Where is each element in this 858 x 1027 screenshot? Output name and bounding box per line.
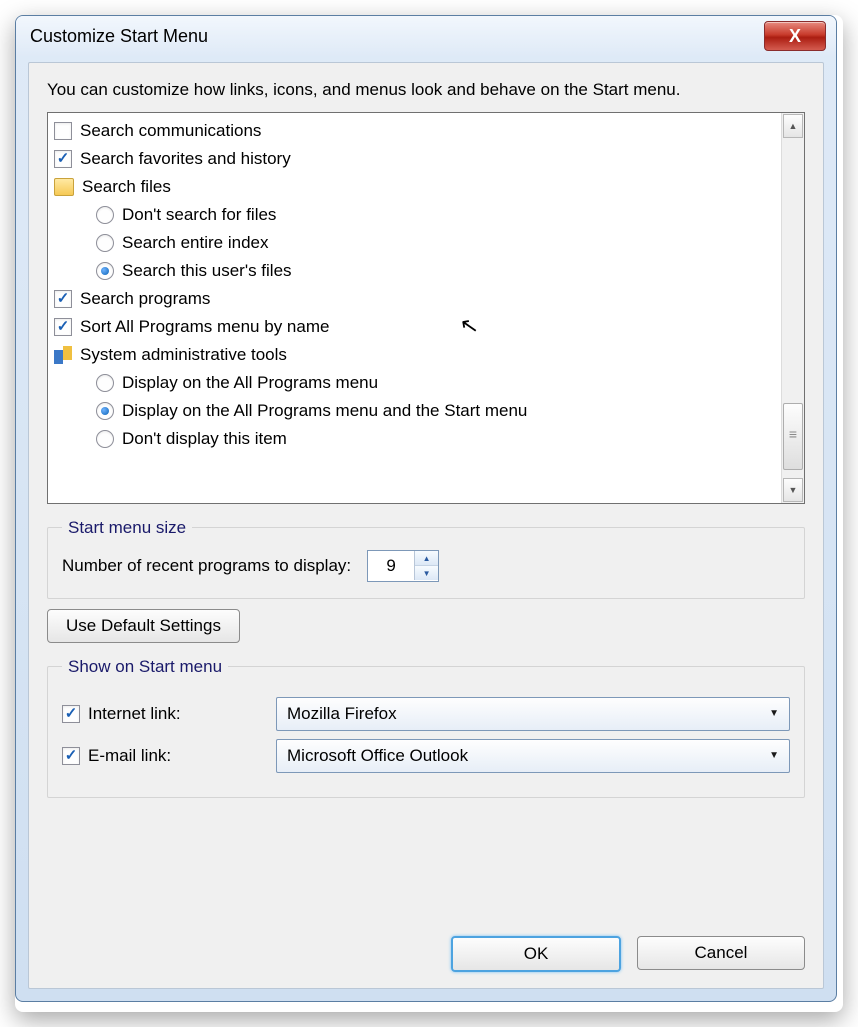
dialog-window: Customize Start Menu X You can customize…: [15, 15, 837, 1002]
label-internet-link: Internet link:: [88, 704, 181, 724]
start-menu-size-group: Start menu size Number of recent program…: [47, 518, 805, 599]
close-button[interactable]: X: [764, 21, 826, 51]
label-admin-all-programs: Display on the All Programs menu: [122, 373, 378, 393]
checkbox-email-link[interactable]: [62, 747, 80, 765]
radio-search-entire-index[interactable]: [96, 234, 114, 252]
radio-admin-none[interactable]: [96, 430, 114, 448]
cancel-button[interactable]: Cancel: [637, 936, 805, 970]
scroll-thumb[interactable]: [783, 403, 803, 470]
use-default-settings-button[interactable]: Use Default Settings: [47, 609, 240, 643]
radio-dont-search-files[interactable]: [96, 206, 114, 224]
titlebar: Customize Start Menu X: [16, 16, 836, 56]
label-admin-tools: System administrative tools: [80, 345, 287, 365]
window-title: Customize Start Menu: [30, 26, 208, 47]
recent-programs-spinner[interactable]: ▲ ▼: [367, 550, 439, 582]
show-on-start-group: Show on Start menu Internet link: Mozill…: [47, 657, 805, 798]
label-admin-none: Don't display this item: [122, 429, 287, 449]
email-link-value: Microsoft Office Outlook: [287, 746, 468, 766]
label-sort-all-programs: Sort All Programs menu by name: [80, 317, 329, 337]
checkbox-internet-link[interactable]: [62, 705, 80, 723]
size-label: Number of recent programs to display:: [62, 556, 351, 576]
label-search-communications: Search communications: [80, 121, 261, 141]
dialog-body: You can customize how links, icons, and …: [28, 62, 824, 989]
label-search-programs: Search programs: [80, 289, 210, 309]
scrollbar[interactable]: ▲ ▼: [781, 113, 804, 503]
folder-icon: [54, 178, 74, 196]
checkbox-sort-all-programs[interactable]: [54, 318, 72, 336]
label-search-entire-index: Search entire index: [122, 233, 268, 253]
options-listbox[interactable]: Search communications Search favorites a…: [47, 112, 805, 504]
spinner-down-icon[interactable]: ▼: [415, 566, 438, 580]
show-legend: Show on Start menu: [62, 657, 228, 677]
label-dont-search-files: Don't search for files: [122, 205, 276, 225]
checkbox-search-programs[interactable]: [54, 290, 72, 308]
chevron-down-icon: ▼: [769, 750, 779, 761]
size-legend: Start menu size: [62, 518, 192, 538]
chevron-down-icon: ▼: [769, 708, 779, 719]
radio-search-users-files[interactable]: [96, 262, 114, 280]
label-search-users-files: Search this user's files: [122, 261, 292, 281]
email-link-combo[interactable]: Microsoft Office Outlook ▼: [276, 739, 790, 773]
label-search-favorites: Search favorites and history: [80, 149, 291, 169]
label-email-link: E-mail link:: [88, 746, 171, 766]
scroll-up-button[interactable]: ▲: [783, 114, 803, 138]
checkbox-search-communications[interactable]: [54, 122, 72, 140]
checkbox-search-favorites[interactable]: [54, 150, 72, 168]
close-icon: X: [789, 26, 801, 47]
radio-admin-both[interactable]: [96, 402, 114, 420]
radio-admin-all-programs[interactable]: [96, 374, 114, 392]
internet-link-combo[interactable]: Mozilla Firefox ▼: [276, 697, 790, 731]
intro-text: You can customize how links, icons, and …: [47, 79, 805, 102]
recent-programs-input[interactable]: [368, 555, 414, 577]
label-admin-both: Display on the All Programs menu and the…: [122, 401, 527, 421]
ok-button[interactable]: OK: [451, 936, 621, 972]
internet-link-value: Mozilla Firefox: [287, 704, 397, 724]
admin-tools-icon: [54, 346, 72, 364]
scroll-down-button[interactable]: ▼: [783, 478, 803, 502]
spinner-up-icon[interactable]: ▲: [415, 551, 438, 566]
label-search-files: Search files: [82, 177, 171, 197]
